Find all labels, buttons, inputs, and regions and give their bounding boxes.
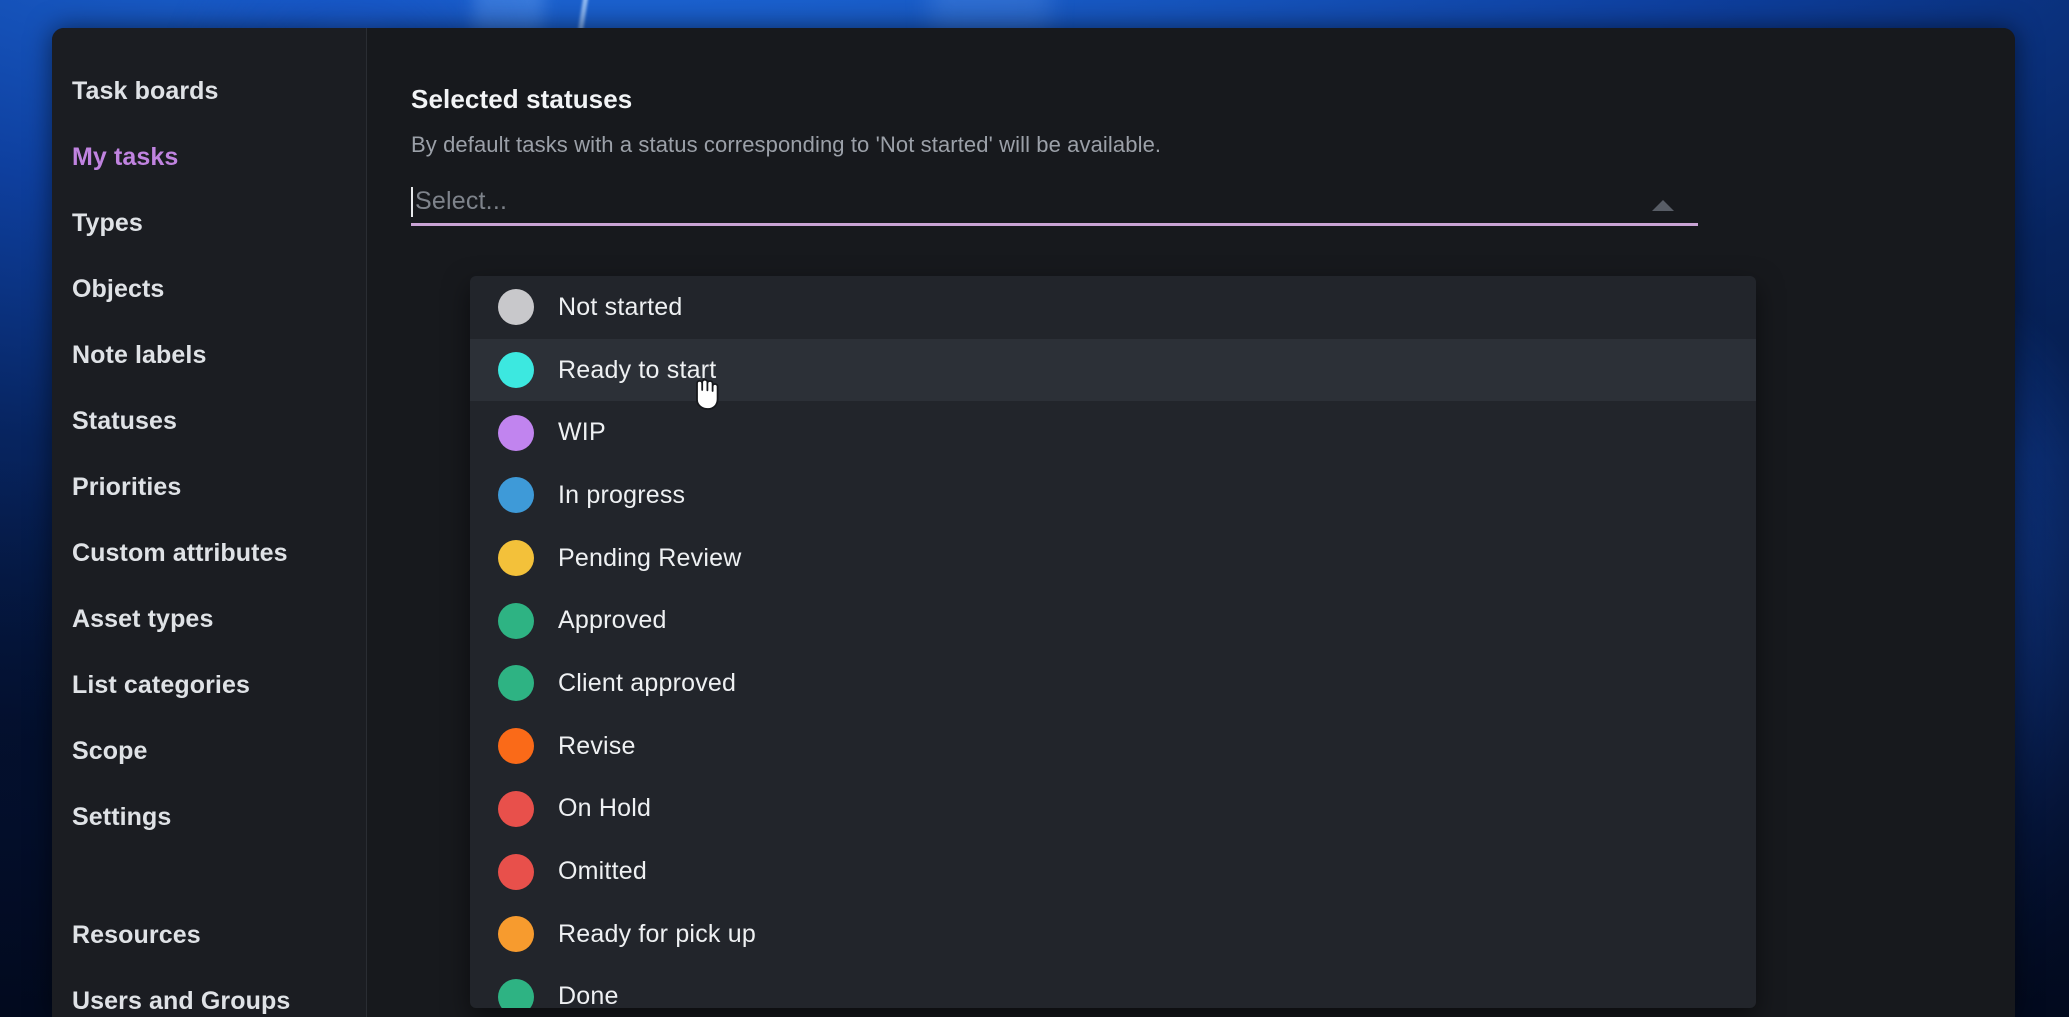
dropdown-option[interactable]: Ready to start [470,338,1756,402]
statuses-dropdown-menu[interactable]: Not started Ready to start WIP In progress P… [470,276,1756,1008]
dropdown-option[interactable]: Approved [470,589,1756,652]
status-color-dot-icon [498,853,534,890]
dropdown-option-label: Pending Review [558,543,742,572]
sidebar-item-list-categories[interactable]: List categories [52,652,366,718]
app-window: Task boards My tasks Types Objects Note labe… [52,28,2015,1017]
dropdown-option[interactable]: WIP [470,401,1756,464]
status-color-dot-icon [498,665,534,702]
sidebar-item-custom-attributes[interactable]: Custom attributes [52,520,366,586]
page-description: By default tasks with a status correspon… [411,132,1162,157]
status-color-dot-icon [498,790,534,827]
sidebar-primary-list: Task boards My tasks Types Objects Note labe… [52,58,366,850]
dropdown-option-label: Omitted [558,857,647,886]
dropdown-option[interactable]: Pending Review [470,527,1756,590]
status-color-dot-icon [498,414,534,451]
sidebar-divider-space [52,850,366,902]
dropdown-option[interactable]: In progress [470,464,1756,527]
dropdown-option-label: Ready for pick up [558,919,756,948]
sidebar-item-statuses[interactable]: Statuses [52,388,366,454]
sidebar-item-priorities[interactable]: Priorities [52,454,366,520]
sidebar-item-settings[interactable]: Settings [52,784,366,850]
status-color-dot-icon [498,916,534,953]
sidebar-item-task-boards[interactable]: Task boards [52,58,366,124]
status-color-dot-icon [498,352,534,389]
dropdown-option-label: WIP [558,418,606,447]
text-caret [411,186,413,217]
sidebar-item-note-labels[interactable]: Note labels [52,322,366,388]
status-color-dot-icon [498,728,534,765]
dropdown-option-label: Client approved [558,668,737,697]
dropdown-option[interactable]: Revise [470,715,1756,778]
sidebar-secondary-list: Resources Users and Groups [52,902,366,1017]
dropdown-option[interactable]: Client approved [470,652,1756,715]
sidebar-item-users-and-groups[interactable]: Users and Groups [52,968,366,1017]
dropdown-option-label: Revise [558,731,636,760]
status-color-dot-icon [498,477,534,514]
dropdown-option-label: In progress [558,480,686,509]
sidebar-item-scope[interactable]: Scope [52,718,366,784]
status-color-dot-icon [498,540,534,577]
sidebar-item-types[interactable]: Types [52,190,366,256]
select-placeholder: Select... [415,187,508,215]
status-color-dot-icon [498,978,534,1008]
dropdown-option-label: On Hold [558,794,652,823]
chevron-up-icon[interactable] [1652,200,1674,211]
dropdown-option[interactable]: On Hold [470,778,1756,841]
dropdown-option[interactable]: Not started [470,276,1756,339]
sidebar-item-resources[interactable]: Resources [52,902,366,968]
sidebar-item-asset-types[interactable]: Asset types [52,586,366,652]
desktop: Task boards My tasks Types Objects Note labe… [0,0,2069,1017]
dropdown-option-label: Done [558,982,619,1008]
sidebar-navigation: Task boards My tasks Types Objects Note labe… [52,28,367,1017]
statuses-select-control[interactable]: Select... [411,180,1698,226]
sidebar-item-my-tasks[interactable]: My tasks [52,124,366,190]
dropdown-option-label: Not started [558,292,683,321]
dropdown-option[interactable]: Done [470,966,1756,1008]
dropdown-option-label: Ready to start [558,355,717,384]
dropdown-option-label: Approved [558,606,667,635]
sidebar-item-objects[interactable]: Objects [52,256,366,322]
page-title: Selected statuses [411,84,633,114]
status-color-dot-icon [498,289,534,326]
dropdown-option-list: Not started Ready to start WIP In progress P… [470,276,1756,1008]
status-color-dot-icon [498,602,534,639]
dropdown-option[interactable]: Omitted [470,840,1756,903]
dropdown-option[interactable]: Ready for pick up [470,903,1756,966]
